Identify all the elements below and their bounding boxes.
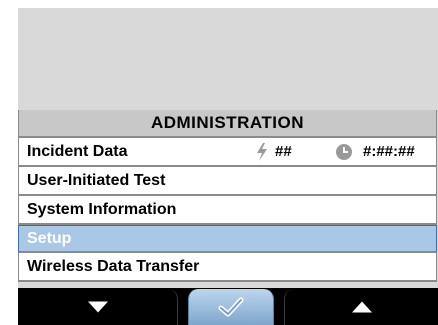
lightning-bolt-icon (257, 143, 267, 161)
device-screen: ADMINISTRATION Incident Data ## #:##:## … (18, 8, 438, 325)
menu-item-user-initiated-test[interactable]: User-Initiated Test (19, 167, 436, 196)
menu-item-label: System Information (27, 201, 177, 218)
menu-item-system-information[interactable]: System Information (19, 196, 436, 225)
clock-icon (336, 144, 352, 160)
menu-item-label: Incident Data (27, 143, 128, 160)
scroll-down-softkey[interactable] (18, 289, 178, 325)
scroll-up-softkey[interactable] (284, 289, 438, 325)
menu-item-incident-data[interactable]: Incident Data ## #:##:## (19, 138, 436, 167)
menu-item-label: User-Initiated Test (27, 172, 166, 189)
arrow-down-icon (87, 301, 108, 313)
arrow-up-icon (351, 301, 372, 313)
checkmark-icon (218, 297, 244, 317)
menu-item-label: Setup (27, 230, 72, 247)
menu-item-wireless-data-transfer[interactable]: Wireless Data Transfer (19, 253, 436, 282)
elapsed-time: #:##:## (363, 143, 415, 160)
administration-menu: ADMINISTRATION Incident Data ## #:##:## … (18, 110, 437, 282)
menu-title: ADMINISTRATION (19, 110, 436, 138)
shock-count: ## (275, 143, 292, 160)
menu-item-setup[interactable]: Setup (18, 225, 437, 253)
select-softkey[interactable] (188, 289, 274, 325)
menu-item-label: Wireless Data Transfer (27, 258, 200, 275)
softkey-bar (18, 288, 438, 325)
